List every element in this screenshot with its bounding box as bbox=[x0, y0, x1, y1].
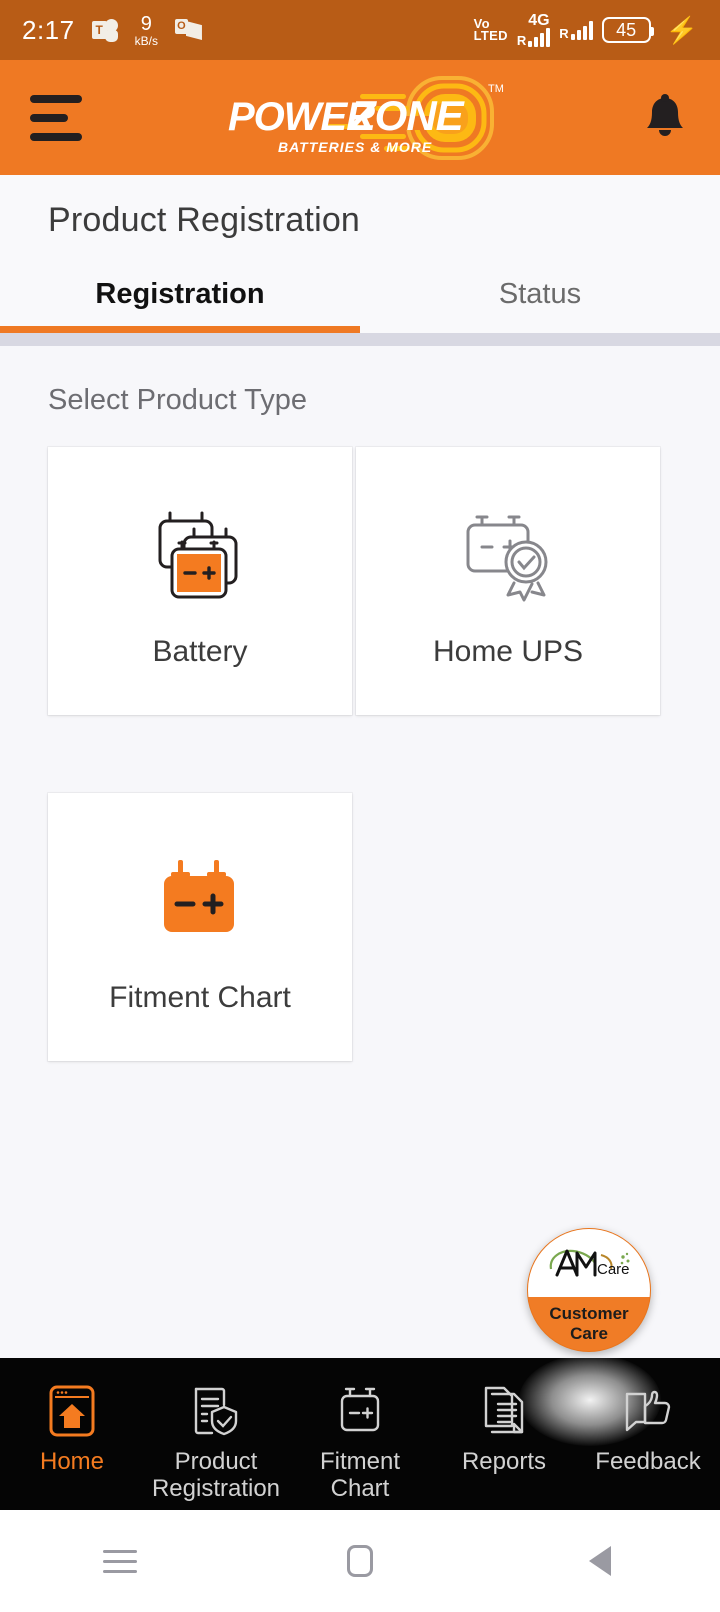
status-bar-right: Vo LTED R 4G R 45 ⚡ bbox=[473, 11, 698, 48]
customer-care-label: Customer Care bbox=[528, 1297, 650, 1351]
volte-icon: Vo LTED bbox=[473, 16, 508, 43]
nav-item-product-registration[interactable]: Product Registration bbox=[144, 1380, 288, 1502]
nav-label: Reports bbox=[461, 1448, 547, 1475]
product-type-row-1: Battery Home UPS bbox=[48, 447, 672, 715]
nav-item-fitment-chart[interactable]: Fitment Chart bbox=[288, 1380, 432, 1502]
nav-item-home[interactable]: Home bbox=[0, 1380, 144, 1475]
sim2-signal-icon: R bbox=[559, 20, 593, 40]
bell-icon[interactable] bbox=[640, 92, 690, 144]
status-bar: 2:17 T 9 kB/s O Vo LTED R 4G R 45 ⚡ bbox=[0, 0, 720, 60]
nav-label: Home bbox=[39, 1448, 105, 1475]
document-shield-check-icon bbox=[190, 1380, 242, 1442]
logo-tagline: BATTERIES & MORE bbox=[278, 139, 432, 155]
main-content: Select Product Type Battery Home UPS Fit… bbox=[0, 346, 720, 1061]
product-card-battery[interactable]: Battery bbox=[48, 447, 352, 715]
product-type-row-2: Fitment Chart bbox=[48, 793, 672, 1061]
clock: 2:17 bbox=[22, 14, 75, 45]
thumbs-up-icon bbox=[621, 1380, 675, 1442]
logo-trademark: TM bbox=[488, 83, 504, 95]
tab-status[interactable]: Status bbox=[360, 270, 720, 333]
svg-text:Care: Care bbox=[597, 1261, 630, 1278]
documents-icon bbox=[478, 1380, 530, 1442]
nav-label: Fitment Chart bbox=[319, 1448, 400, 1502]
page-header: Product Registration Registration Status bbox=[0, 175, 720, 333]
status-bar-left: 2:17 T 9 kB/s O bbox=[22, 14, 202, 47]
network-speed-value: 9 bbox=[140, 12, 152, 35]
product-card-fitment-chart[interactable]: Fitment Chart bbox=[48, 793, 352, 1061]
teams-icon: T bbox=[91, 17, 118, 43]
nav-item-feedback[interactable]: Feedback bbox=[576, 1380, 720, 1475]
logo-zone-text: ZONE bbox=[349, 92, 466, 139]
battery-level: 45 bbox=[616, 19, 637, 40]
back-icon[interactable] bbox=[555, 1531, 645, 1591]
home-icon bbox=[47, 1380, 97, 1442]
fab-line-1: Customer bbox=[549, 1304, 629, 1324]
nav-item-reports[interactable]: Reports bbox=[432, 1380, 576, 1475]
tab-active-indicator bbox=[0, 326, 360, 333]
android-navigation-bar bbox=[0, 1510, 720, 1612]
tab-divider bbox=[0, 333, 720, 346]
recents-icon[interactable] bbox=[75, 1531, 165, 1591]
android-home-icon[interactable] bbox=[315, 1531, 405, 1591]
stacked-batteries-icon bbox=[146, 494, 254, 609]
sim1-signal-icon: R 4G bbox=[516, 11, 551, 48]
nav-label: Product Registration bbox=[151, 1448, 281, 1502]
product-card-label: Home UPS bbox=[432, 634, 584, 668]
network-speed-unit: kB/s bbox=[134, 33, 158, 48]
amcare-logo: Care bbox=[528, 1229, 650, 1298]
page-title: Product Registration bbox=[48, 201, 361, 239]
network-speed-indicator: 9 kB/s bbox=[135, 14, 158, 47]
app-bar: POWER ZONE BATTERIES & MORE TM bbox=[0, 60, 720, 175]
product-card-home-ups[interactable]: Home UPS bbox=[356, 447, 660, 715]
battery-indicator: 45 bbox=[601, 17, 654, 43]
battery-outline-icon bbox=[334, 1380, 386, 1442]
product-card-label: Battery bbox=[152, 634, 248, 668]
tab-bar: Registration Status bbox=[0, 270, 720, 333]
bottom-navigation: Home Product Registration Fitment Chart … bbox=[0, 1354, 720, 1510]
charging-bolt-icon: ⚡ bbox=[665, 15, 698, 45]
nav-label: Feedback bbox=[595, 1448, 701, 1475]
orange-battery-icon bbox=[152, 840, 248, 955]
battery-certificate-icon bbox=[456, 494, 560, 609]
tab-registration[interactable]: Registration bbox=[0, 270, 360, 333]
outlook-icon: O bbox=[174, 19, 202, 41]
fab-line-2: Care bbox=[570, 1324, 608, 1344]
section-label-product-type: Select Product Type bbox=[48, 384, 308, 416]
customer-care-fab[interactable]: Care Customer Care bbox=[527, 1228, 651, 1352]
hamburger-menu-icon[interactable] bbox=[30, 94, 82, 141]
powerzone-logo: POWER ZONE BATTERIES & MORE TM bbox=[210, 68, 510, 168]
product-card-label: Fitment Chart bbox=[109, 980, 291, 1014]
